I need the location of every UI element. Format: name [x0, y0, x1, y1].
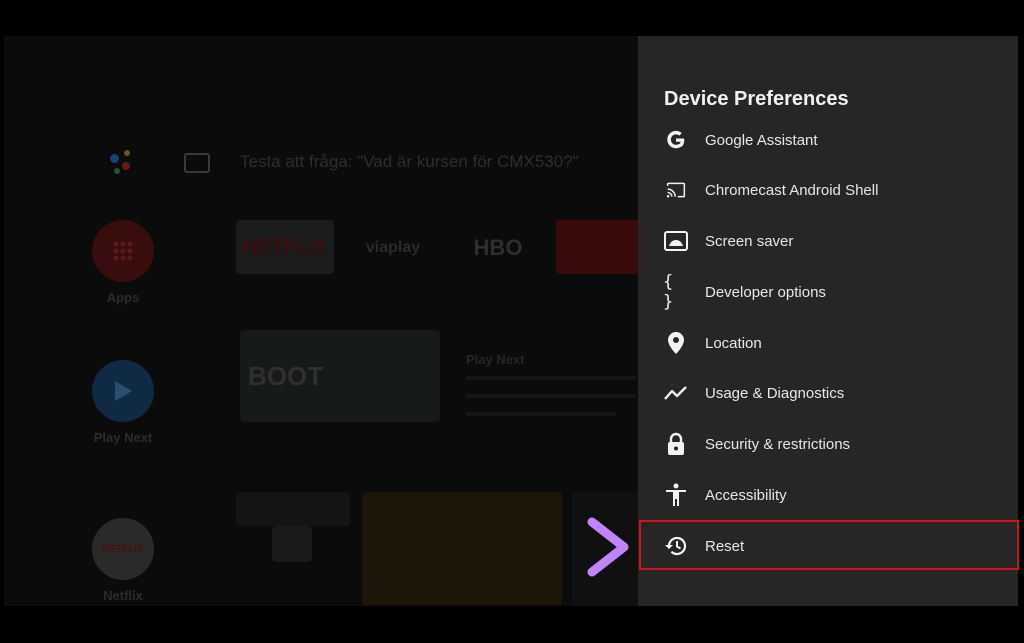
apps-grid-icon	[92, 220, 154, 282]
braces-icon: { }	[663, 272, 674, 312]
google-icon	[663, 127, 689, 153]
play-next-label: Play Next	[93, 430, 153, 445]
apps-shortcut[interactable]: Apps	[92, 220, 154, 305]
menu-item-label: Usage & Diagnostics	[705, 384, 845, 402]
cast-icon	[663, 177, 689, 203]
apps-label: Apps	[106, 290, 140, 305]
reset-highlight-box	[639, 520, 1019, 570]
menu-item-label: Google Assistant	[705, 131, 818, 149]
menu-item-label: Developer options	[705, 283, 826, 301]
hbo-tile[interactable]: HBO	[460, 226, 536, 270]
menu-item-google-assistant[interactable]: Google Assistant	[638, 115, 1018, 165]
das-boot-card[interactable]: BOOT	[240, 330, 440, 422]
lock-icon	[663, 431, 689, 457]
search-hint: Testa att fråga: "Vad är kursen för CMX5…	[240, 152, 579, 171]
netflix-label: Netflix	[103, 588, 143, 603]
menu-item-accessibility[interactable]: Accessibility	[638, 470, 1018, 520]
location-pin-icon	[663, 330, 689, 356]
panel-title: Device Preferences	[664, 88, 849, 110]
das-boot-text: BOOT	[248, 360, 324, 391]
row-tile-icon	[272, 526, 312, 562]
netflix-shortcut[interactable]: NETFLIX Netflix	[92, 518, 154, 603]
screen-saver-icon	[663, 228, 689, 254]
menu-item-label: Security & restrictions	[705, 435, 851, 453]
menu-item-label: Location	[705, 334, 762, 352]
menu-item-usage-diagnostics[interactable]: Usage & Diagnostics	[638, 368, 1018, 418]
assistant-icon[interactable]	[108, 150, 138, 176]
menu-item-label: Accessibility	[705, 486, 787, 504]
keyboard-icon[interactable]	[184, 153, 210, 173]
diagnostics-icon	[663, 380, 689, 406]
pointer-arrow-icon	[489, 517, 629, 577]
play-next-heading: Play Next	[466, 352, 525, 367]
text-line	[466, 376, 636, 380]
menu-item-chromecast[interactable]: Chromecast Android Shell	[638, 165, 1018, 215]
netflix-tile[interactable]: NETFLIX	[236, 220, 334, 274]
hbo-tile-text: HBO	[473, 235, 523, 260]
menu-item-label: Chromecast Android Shell	[705, 181, 879, 199]
viaplay-tile-text: viaplay	[365, 239, 421, 256]
netflix-tile-text: NETFLIX	[243, 235, 327, 258]
play-icon	[92, 360, 154, 422]
accessibility-icon	[663, 482, 689, 508]
play-next-shortcut[interactable]: Play Next	[92, 360, 154, 445]
row-tile[interactable]	[236, 492, 350, 526]
menu-item-developer-options[interactable]: { } Developer options	[638, 267, 1018, 317]
menu-item-security[interactable]: Security & restrictions	[638, 419, 1018, 469]
menu-item-screen-saver[interactable]: Screen saver	[638, 216, 1018, 266]
netflix-logo-icon: NETFLIX	[92, 518, 154, 580]
menu-item-location[interactable]: Location	[638, 318, 1018, 368]
menu-item-label: Screen saver	[705, 232, 794, 250]
text-line	[466, 412, 616, 416]
app-tile-red[interactable]	[556, 220, 646, 274]
viaplay-tile[interactable]: viaplay	[348, 226, 438, 270]
text-line	[466, 394, 636, 398]
